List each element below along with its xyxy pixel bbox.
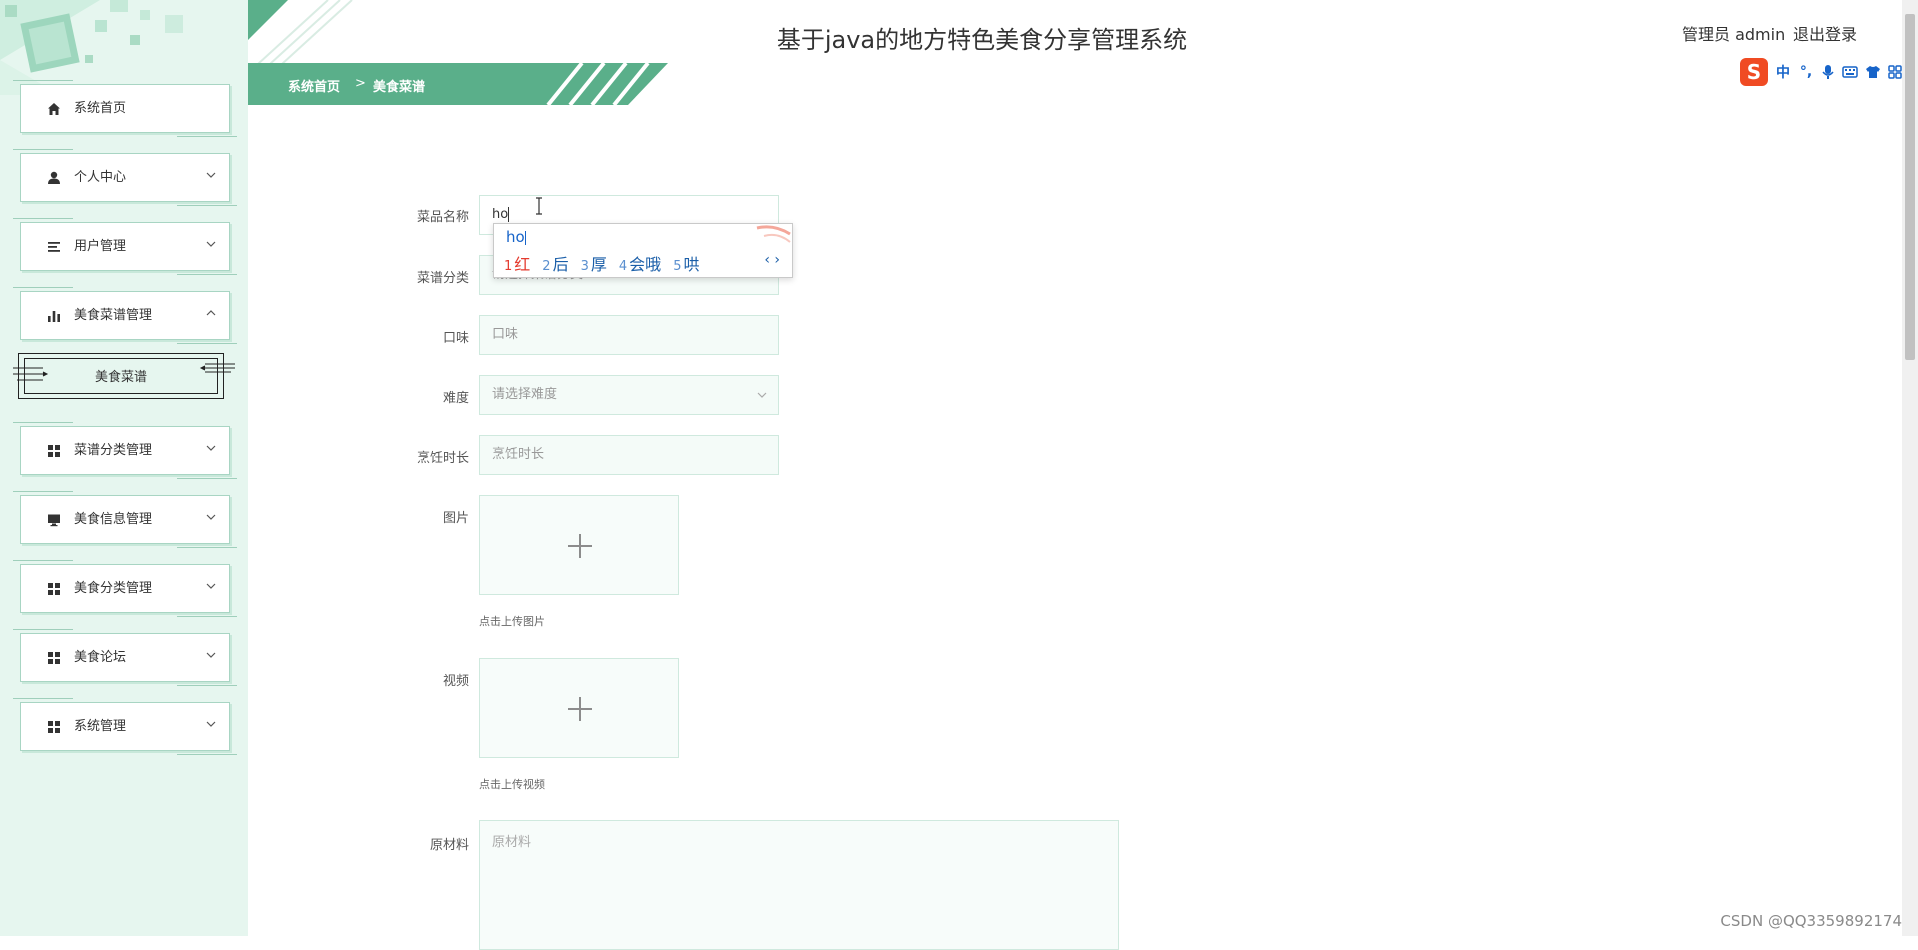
grid-icon <box>48 652 60 664</box>
sidebar-item-label: 菜谱分类管理 <box>74 443 153 458</box>
sidebar-item-label: 美食菜谱管理 <box>74 308 153 323</box>
video-upload[interactable] <box>479 658 679 758</box>
taste-label: 口味 <box>442 331 469 346</box>
app-title: 基于java的地方特色美食分享管理系统 <box>776 26 1188 54</box>
taste-input[interactable]: 口味 <box>479 315 779 355</box>
list-icon <box>48 242 60 252</box>
sidebar-item-label: 用户管理 <box>74 239 127 254</box>
sidebar-item-home[interactable]: 系统首页 <box>13 80 237 137</box>
ime-mode-toggle[interactable]: 中 <box>1775 62 1791 82</box>
ime-candidate[interactable]: 3厚 <box>581 251 607 275</box>
breadcrumb-home-link[interactable]: 系统首页 <box>288 76 340 95</box>
sidebar-item-label: 系统管理 <box>74 719 127 734</box>
difficulty-select[interactable]: 请选择难度 <box>479 375 779 415</box>
plus-icon <box>568 534 592 558</box>
ime-toolbar: S 中 °, <box>1740 58 1902 86</box>
scrollbar-thumb[interactable] <box>1905 14 1915 360</box>
arrow-left-icon <box>199 363 235 373</box>
ingredients-textarea[interactable]: 原材料 <box>479 820 1119 950</box>
image-label: 图片 <box>442 511 469 526</box>
ime-page-nav[interactable]: ‹ › <box>764 252 780 268</box>
bar-chart-icon <box>48 311 60 322</box>
sidebar-item-recipe-category-management[interactable]: 菜谱分类管理 <box>13 422 237 479</box>
image-upload[interactable] <box>479 495 679 595</box>
ingredients-placeholder: 原材料 <box>492 835 532 850</box>
ingredients-label: 原材料 <box>429 838 469 853</box>
sidebar-item-food-category-management[interactable]: 美食分类管理 <box>13 560 237 617</box>
sogou-logo-icon[interactable]: S <box>1740 58 1768 86</box>
chevron-up-icon <box>206 310 216 316</box>
page-scrollbar[interactable] <box>1902 0 1918 936</box>
ime-composition: ho <box>506 228 526 246</box>
taste-placeholder: 口味 <box>492 327 519 342</box>
sidebar-item-food-forum[interactable]: 美食论坛 <box>13 629 237 686</box>
breadcrumb-current: 美食菜谱 <box>373 80 426 95</box>
skin-shirt-icon[interactable] <box>1865 65 1881 79</box>
toolbox-grid-icon[interactable] <box>1888 65 1902 79</box>
ime-punct-toggle[interactable]: °, <box>1798 64 1814 80</box>
text-cursor-icon <box>536 197 542 215</box>
sidebar-subitem-recipes[interactable]: 美食菜谱 <box>13 353 235 399</box>
ime-candidate[interactable]: 2后 <box>542 251 568 275</box>
chevron-down-icon <box>206 652 216 658</box>
chevron-down-icon <box>206 583 216 589</box>
ime-candidate-popup: ho 1红 2后 3厚 4 会哦 5哄 ‹ › <box>493 223 793 278</box>
cook-time-label: 烹饪时长 <box>416 451 469 466</box>
ime-candidate[interactable]: 1红 <box>504 251 530 275</box>
person-icon <box>48 171 60 184</box>
watermark: CSDN @QQ3359892174 <box>1720 912 1902 930</box>
text-caret <box>508 207 510 222</box>
current-user: 管理员 admin <box>1682 25 1786 44</box>
difficulty-label: 难度 <box>442 391 469 406</box>
video-label: 视频 <box>442 674 469 689</box>
chevron-down-icon <box>757 392 767 398</box>
cook-time-input[interactable]: 烹饪时长 <box>479 435 779 475</box>
breadcrumb-separator: > <box>355 76 366 91</box>
recipe-category-label: 菜谱分类 <box>416 271 469 286</box>
sidebar: 系统首页 个人中心 用户管理 美食菜谱管理 美食菜谱 菜谱分类管理 美食信息管理… <box>0 0 248 936</box>
microphone-icon[interactable] <box>1821 64 1835 80</box>
cook-time-placeholder: 烹饪时长 <box>492 447 545 462</box>
sidebar-item-food-info-management[interactable]: 美食信息管理 <box>13 491 237 548</box>
chevron-down-icon <box>206 241 216 247</box>
sidebar-item-personal-center[interactable]: 个人中心 <box>13 149 237 206</box>
logout-link[interactable]: 退出登录 <box>1793 21 1857 45</box>
grid-icon <box>48 721 60 733</box>
chevron-down-icon <box>206 721 216 727</box>
sidebar-item-label: 美食信息管理 <box>74 512 153 527</box>
keyboard-icon[interactable] <box>1842 65 1858 79</box>
breadcrumb: 系统首页 > 美食菜谱 <box>248 63 668 105</box>
sidebar-item-label: 美食论坛 <box>74 650 127 665</box>
ime-candidate[interactable]: 5哄 <box>673 251 699 275</box>
home-icon <box>48 103 60 115</box>
sidebar-item-user-management[interactable]: 用户管理 <box>13 218 237 275</box>
monitor-icon <box>48 514 60 527</box>
sidebar-item-label: 系统首页 <box>74 101 127 116</box>
dish-name-value: ho <box>492 207 509 222</box>
grid-icon <box>48 583 60 595</box>
ime-candidate[interactable]: 4 会哦 <box>619 251 661 275</box>
ime-candidate-list: 1红 2后 3厚 4 会哦 5哄 <box>504 251 699 275</box>
chevron-down-icon <box>206 445 216 451</box>
difficulty-placeholder: 请选择难度 <box>492 387 558 402</box>
grid-icon <box>48 445 60 457</box>
chevron-down-icon <box>206 172 216 178</box>
sidebar-item-system-management[interactable]: 系统管理 <box>13 698 237 755</box>
sidebar-item-label: 个人中心 <box>74 170 127 185</box>
ime-decoration <box>756 225 791 243</box>
image-upload-hint: 点击上传图片 <box>479 615 545 628</box>
plus-icon <box>568 697 592 721</box>
video-upload-hint: 点击上传视频 <box>479 778 545 791</box>
sidebar-subitem-label: 美食菜谱 <box>94 370 147 385</box>
sidebar-item-recipe-management[interactable]: 美食菜谱管理 <box>13 287 237 344</box>
dish-name-label: 菜品名称 <box>416 210 469 225</box>
sidebar-item-label: 美食分类管理 <box>74 581 153 596</box>
chevron-down-icon <box>206 514 216 520</box>
